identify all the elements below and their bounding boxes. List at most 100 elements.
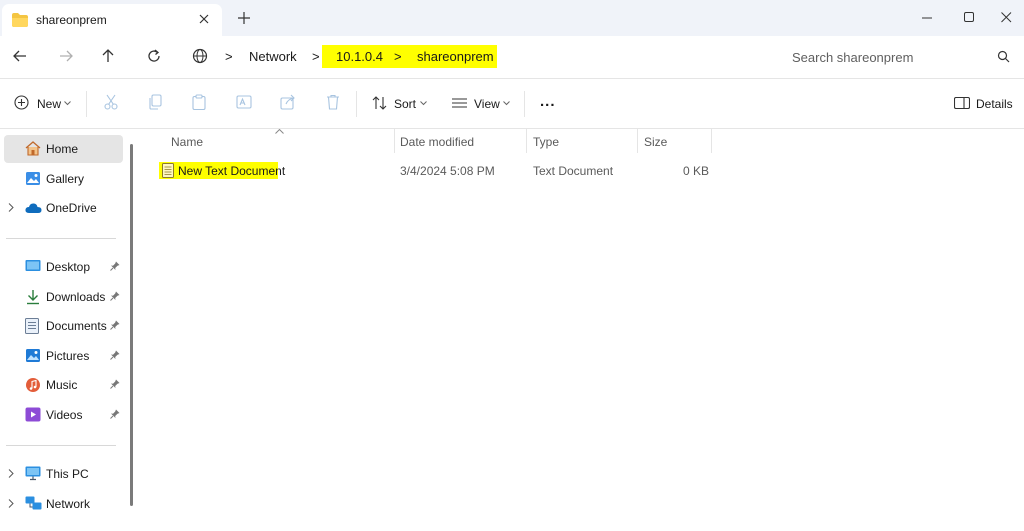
copy-icon[interactable] bbox=[148, 94, 162, 110]
pin-icon[interactable] bbox=[110, 379, 120, 389]
details-button[interactable]: Details bbox=[976, 97, 1013, 111]
breadcrumb-shareonprem[interactable]: shareonprem bbox=[417, 49, 494, 64]
sidebar-item-label: Documents bbox=[46, 319, 107, 333]
search-box[interactable]: Search shareonprem bbox=[776, 44, 1020, 70]
sidebar-item-label: Music bbox=[46, 378, 78, 392]
view-lines-icon[interactable] bbox=[452, 98, 468, 108]
status-bar bbox=[0, 525, 1024, 531]
sidebar-item-onedrive[interactable]: OneDrive bbox=[4, 194, 123, 222]
maximize-button[interactable] bbox=[946, 4, 992, 30]
breadcrumb-network[interactable]: Network bbox=[249, 49, 297, 64]
forward-arrow-icon[interactable] bbox=[58, 48, 74, 64]
chevron-down-icon[interactable] bbox=[420, 101, 427, 106]
breadcrumb-separator[interactable]: > bbox=[225, 49, 233, 64]
column-divider[interactable] bbox=[711, 129, 712, 153]
column-header-size[interactable]: Size bbox=[644, 135, 667, 149]
desktop-icon bbox=[25, 259, 41, 273]
sidebar-item-videos[interactable]: Videos bbox=[4, 401, 123, 429]
chevron-down-icon[interactable] bbox=[64, 101, 71, 106]
sort-button[interactable]: Sort bbox=[394, 97, 416, 111]
sidebar-item-label: Network bbox=[46, 497, 91, 511]
sidebar-item-label: Downloads bbox=[46, 290, 106, 304]
sidebar-item-label: Gallery bbox=[46, 172, 85, 186]
chevron-down-icon[interactable] bbox=[503, 101, 510, 106]
minimize-button[interactable] bbox=[904, 4, 950, 30]
home-icon bbox=[25, 141, 41, 156]
sidebar-item-label: Home bbox=[46, 142, 79, 156]
file-type: Text Document bbox=[533, 164, 614, 178]
text-file-icon[interactable] bbox=[162, 163, 174, 178]
sidebar-item-desktop[interactable]: Desktop bbox=[4, 253, 123, 281]
cloud-icon bbox=[25, 203, 42, 213]
pin-icon[interactable] bbox=[110, 409, 120, 419]
chevron-right-icon[interactable] bbox=[8, 499, 14, 508]
sidebar-item-label: OneDrive bbox=[46, 201, 97, 215]
new-tab-icon[interactable] bbox=[238, 12, 250, 24]
back-arrow-icon[interactable] bbox=[12, 48, 28, 64]
see-more-button[interactable]: ... bbox=[540, 93, 556, 110]
toolbar-separator bbox=[356, 91, 357, 117]
search-input[interactable]: Search shareonprem bbox=[792, 50, 913, 65]
sidebar-item-downloads[interactable]: Downloads bbox=[4, 283, 123, 311]
address-row: > Network > 10.1.0.4 > shareonprem Searc… bbox=[0, 36, 1024, 78]
column-header-type[interactable]: Type bbox=[533, 135, 559, 149]
sidebar-scrollbar[interactable] bbox=[130, 144, 133, 506]
file-name[interactable]: New Text Document bbox=[178, 164, 285, 178]
breadcrumb-separator[interactable]: > bbox=[312, 49, 320, 64]
file-size: 0 KB bbox=[683, 164, 710, 178]
new-plus-icon[interactable] bbox=[14, 95, 29, 110]
close-tab-icon[interactable] bbox=[198, 13, 210, 25]
refresh-icon[interactable] bbox=[146, 48, 162, 64]
view-button[interactable]: View bbox=[474, 97, 500, 111]
chevron-right-icon[interactable] bbox=[8, 469, 14, 478]
close-window-button[interactable] bbox=[988, 4, 1024, 30]
column-header-name[interactable]: Name bbox=[171, 135, 203, 149]
chevron-right-icon[interactable] bbox=[8, 203, 14, 212]
column-divider[interactable] bbox=[526, 129, 527, 153]
network-globe-icon bbox=[192, 48, 208, 64]
title-bar: shareonprem bbox=[0, 0, 1024, 36]
rename-icon[interactable] bbox=[236, 94, 252, 110]
music-icon bbox=[25, 377, 41, 393]
sort-ascending-icon bbox=[275, 129, 284, 134]
file-date-modified: 3/4/2024 5:08 PM bbox=[400, 164, 495, 178]
details-pane-icon[interactable] bbox=[954, 97, 970, 109]
sidebar-item-label: Pictures bbox=[46, 349, 90, 363]
pin-icon[interactable] bbox=[110, 261, 120, 271]
sidebar-item-label: This PC bbox=[46, 467, 89, 481]
pin-icon[interactable] bbox=[110, 350, 120, 360]
tab-title: shareonprem bbox=[36, 13, 107, 27]
delete-icon[interactable] bbox=[326, 94, 340, 110]
sidebar-item-label: Desktop bbox=[46, 260, 91, 274]
pin-icon[interactable] bbox=[110, 320, 120, 330]
column-divider[interactable] bbox=[394, 129, 395, 153]
sidebar-item-pictures[interactable]: Pictures bbox=[4, 342, 123, 370]
up-arrow-icon[interactable] bbox=[100, 48, 116, 64]
paste-icon[interactable] bbox=[192, 94, 206, 110]
sidebar-item-network[interactable]: Network bbox=[4, 490, 123, 518]
new-button[interactable]: New bbox=[37, 97, 61, 111]
column-header-date-modified[interactable]: Date modified bbox=[400, 135, 474, 149]
share-icon[interactable] bbox=[280, 94, 296, 110]
breadcrumb-separator[interactable]: > bbox=[394, 49, 402, 64]
sort-icon[interactable] bbox=[372, 96, 387, 110]
navigation-pane: Home Gallery OneDrive Desktop Downloads bbox=[0, 129, 134, 525]
sidebar-item-gallery[interactable]: Gallery bbox=[4, 165, 123, 193]
sidebar-item-music[interactable]: Music bbox=[4, 371, 123, 399]
search-icon[interactable] bbox=[997, 50, 1010, 63]
cut-icon[interactable] bbox=[104, 94, 118, 110]
sidebar-item-documents[interactable]: Documents bbox=[4, 312, 123, 340]
sidebar-item-home[interactable]: Home bbox=[4, 135, 123, 163]
folder-icon bbox=[12, 13, 28, 27]
column-divider[interactable] bbox=[637, 129, 638, 153]
pictures-icon bbox=[25, 348, 41, 363]
tab-shareonprem[interactable]: shareonprem bbox=[2, 4, 222, 36]
toolbar-separator bbox=[86, 91, 87, 117]
sidebar-item-this-pc[interactable]: This PC bbox=[4, 460, 123, 488]
sidebar-item-label: Videos bbox=[46, 408, 83, 422]
videos-icon bbox=[25, 407, 41, 422]
breadcrumb-ip[interactable]: 10.1.0.4 bbox=[336, 49, 383, 64]
pin-icon[interactable] bbox=[110, 291, 120, 301]
computer-icon bbox=[25, 466, 41, 481]
network-icon bbox=[25, 496, 42, 511]
